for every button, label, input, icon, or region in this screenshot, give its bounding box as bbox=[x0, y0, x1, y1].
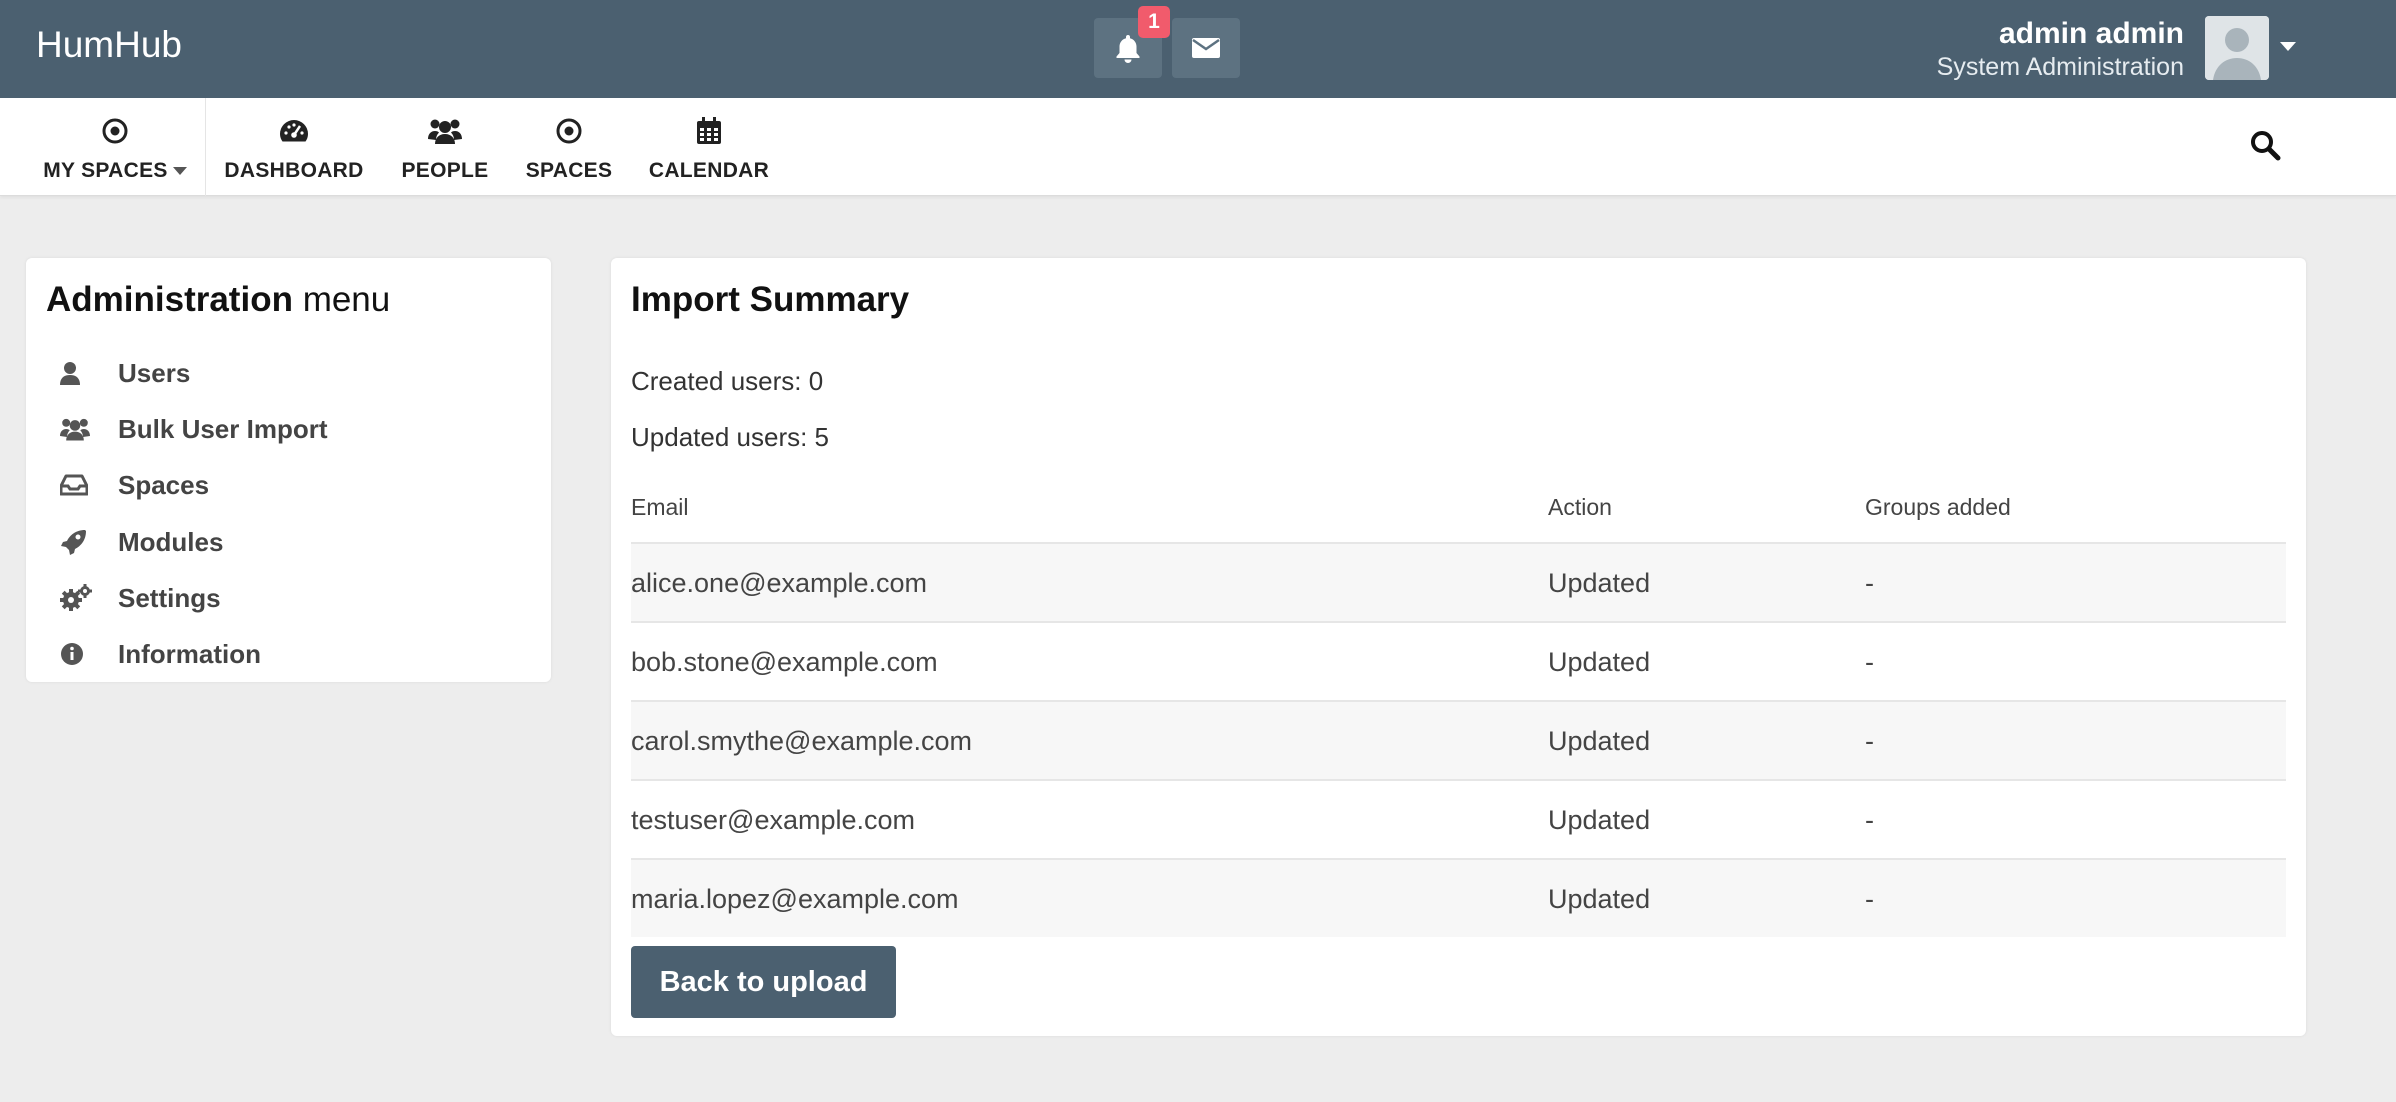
tachometer-icon bbox=[280, 120, 308, 142]
cell-action: Updated bbox=[1548, 884, 1651, 914]
admin-menu-item-information[interactable]: Information bbox=[60, 634, 261, 674]
user-dropdown-caret[interactable] bbox=[2280, 42, 2296, 51]
nav-divider bbox=[205, 98, 206, 196]
cogs-icon bbox=[60, 584, 92, 611]
nav-dashboard[interactable]: DASHBOARD bbox=[224, 98, 364, 196]
rocket-icon bbox=[61, 530, 86, 555]
table-row: carol.smythe@example.com Updated - bbox=[631, 700, 2286, 779]
nav-calendar-label: CALENDAR bbox=[648, 159, 770, 182]
column-header-groups-added: Groups added bbox=[1865, 494, 2011, 520]
user-icon bbox=[60, 362, 80, 385]
user-name: admin admin bbox=[1998, 17, 2184, 50]
cell-email: testuser@example.com bbox=[631, 805, 916, 835]
bell-icon bbox=[1116, 35, 1140, 63]
updated-users-count: Updated users: 5 bbox=[631, 422, 830, 452]
cell-email: carol.smythe@example.com bbox=[631, 726, 973, 756]
admin-menu-label: Modules bbox=[118, 526, 224, 557]
cell-groups: - bbox=[1865, 884, 1874, 914]
column-header-action: Action bbox=[1548, 494, 1612, 520]
avatar[interactable] bbox=[2205, 16, 2269, 80]
table-row: testuser@example.com Updated - bbox=[631, 779, 2286, 858]
nav-spaces-label: SPACES bbox=[525, 159, 613, 182]
administration-menu-title: Administration menu bbox=[46, 280, 390, 320]
inbox-icon bbox=[60, 474, 88, 496]
administration-menu-panel: Administration menu Users Bulk User Impo… bbox=[26, 258, 551, 682]
admin-menu-item-modules[interactable]: Modules bbox=[60, 522, 223, 562]
nav-dashboard-label: DASHBOARD bbox=[224, 159, 364, 182]
admin-menu-item-bulk-user-import[interactable]: Bulk User Import bbox=[60, 409, 328, 449]
cell-groups: - bbox=[1865, 568, 1874, 598]
main-navigation: MY SPACES DASHBOARD PEOPLE SPACES CALEND… bbox=[0, 98, 2396, 196]
admin-menu-label: Users bbox=[118, 357, 191, 388]
users-icon bbox=[60, 418, 90, 441]
cell-groups: - bbox=[1865, 647, 1874, 677]
user-info[interactable]: admin admin System Administration bbox=[1937, 16, 2184, 82]
dot-circle-icon bbox=[102, 118, 128, 144]
cell-email: alice.one@example.com bbox=[631, 568, 928, 598]
search-icon bbox=[2251, 131, 2281, 161]
table-row: alice.one@example.com Updated - bbox=[631, 542, 2286, 621]
search-button[interactable] bbox=[2248, 128, 2284, 164]
nav-people[interactable]: PEOPLE bbox=[398, 98, 492, 196]
user-silhouette-icon bbox=[2205, 16, 2269, 80]
nav-people-label: PEOPLE bbox=[401, 159, 489, 182]
brand-logo[interactable]: HumHub bbox=[36, 24, 182, 66]
created-users-count: Created users: 0 bbox=[631, 366, 824, 396]
page-title: Import Summary bbox=[631, 280, 910, 319]
nav-spaces[interactable]: SPACES bbox=[524, 98, 614, 196]
admin-menu-label: Information bbox=[118, 638, 261, 669]
notifications-button[interactable]: 1 bbox=[1094, 6, 1170, 78]
envelope-icon bbox=[1192, 38, 1220, 58]
admin-menu-item-users[interactable]: Users bbox=[60, 353, 190, 393]
cell-action: Updated bbox=[1548, 568, 1651, 598]
nav-my-spaces[interactable]: MY SPACES bbox=[36, 98, 194, 196]
table-row: bob.stone@example.com Updated - bbox=[631, 621, 2286, 700]
messages-button[interactable] bbox=[1172, 18, 1240, 78]
cell-groups: - bbox=[1865, 726, 1874, 756]
top-bar: HumHub 1 admin admin System Administrati… bbox=[0, 0, 2396, 98]
user-role: System Administration bbox=[1936, 53, 2184, 81]
dot-circle-icon bbox=[556, 118, 582, 144]
import-summary-panel: Import Summary Created users: 0 Updated … bbox=[611, 258, 2306, 1036]
nav-my-spaces-label: MY SPACES bbox=[43, 159, 168, 182]
admin-title-light: menu bbox=[302, 280, 391, 319]
admin-menu-label: Spaces bbox=[118, 469, 210, 500]
cell-groups: - bbox=[1865, 805, 1874, 835]
table-row: maria.lopez@example.com Updated - bbox=[631, 858, 2286, 937]
notification-badge: 1 bbox=[1138, 6, 1170, 38]
back-to-upload-button[interactable]: Back to upload bbox=[631, 946, 896, 1018]
cell-action: Updated bbox=[1548, 647, 1651, 677]
admin-menu-label: Bulk User Import bbox=[118, 413, 328, 444]
admin-title-bold: Administration bbox=[46, 280, 293, 319]
cell-email: bob.stone@example.com bbox=[631, 647, 938, 677]
admin-menu-item-spaces[interactable]: Spaces bbox=[60, 465, 209, 505]
cell-action: Updated bbox=[1548, 805, 1651, 835]
cell-action: Updated bbox=[1548, 726, 1651, 756]
admin-menu-label: Settings bbox=[118, 582, 221, 613]
calendar-icon bbox=[697, 117, 721, 144]
column-header-email: Email bbox=[631, 494, 689, 520]
top-icons: 1 bbox=[1094, 6, 1240, 78]
cell-email: maria.lopez@example.com bbox=[631, 884, 959, 914]
info-circle-icon bbox=[61, 643, 83, 665]
users-icon bbox=[428, 119, 462, 144]
nav-calendar[interactable]: CALENDAR bbox=[648, 98, 770, 196]
admin-menu-item-settings[interactable]: Settings bbox=[60, 578, 221, 618]
caret-down-icon bbox=[172, 167, 187, 176]
